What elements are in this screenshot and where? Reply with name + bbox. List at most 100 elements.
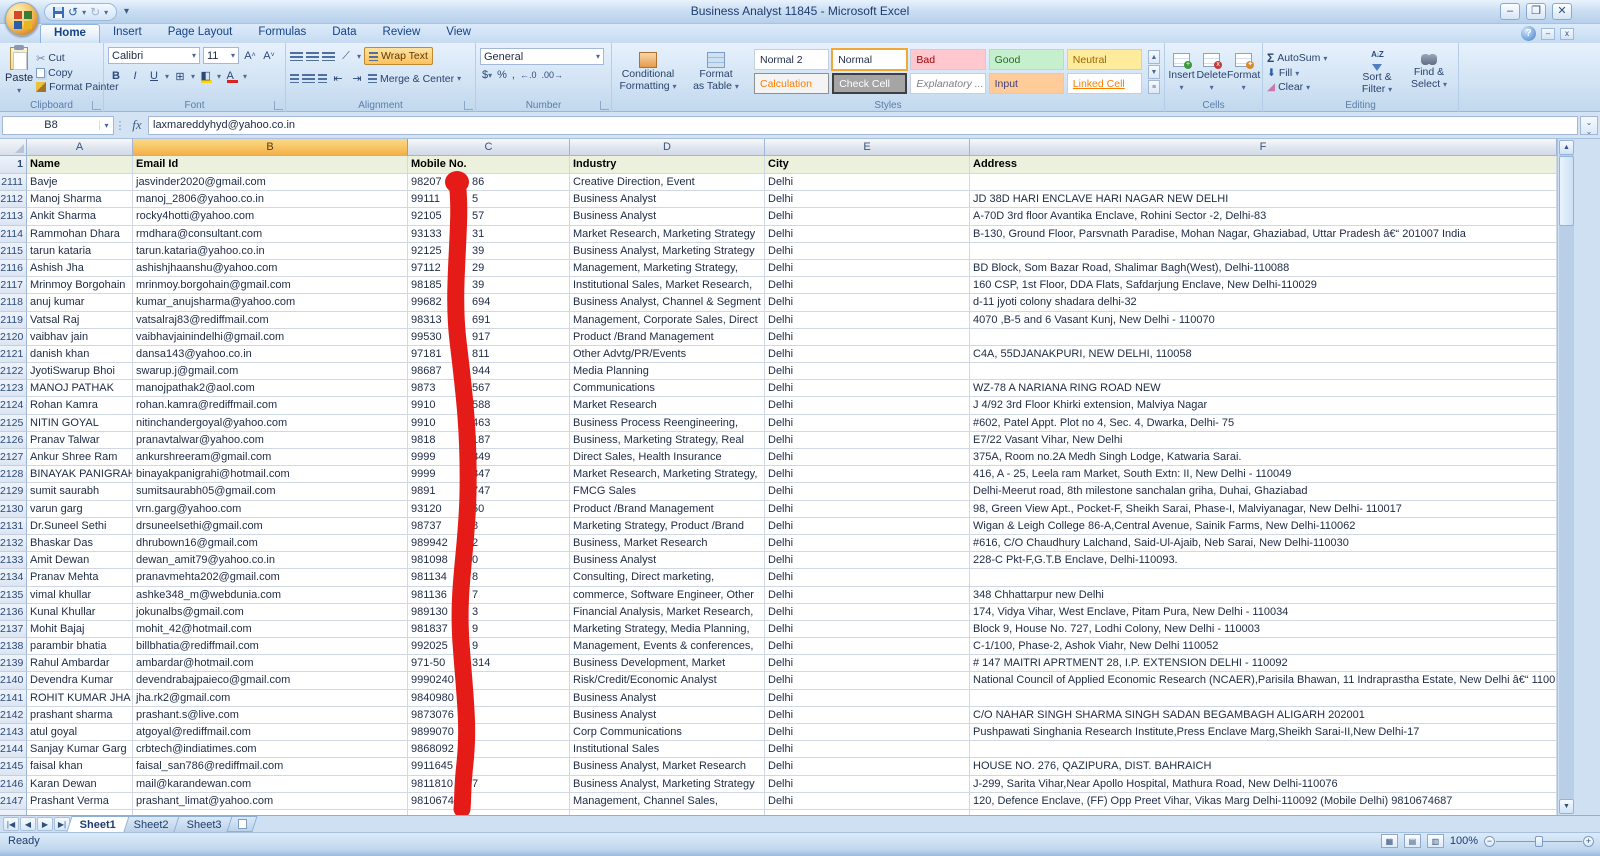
row-header[interactable]: 2120: [0, 328, 27, 346]
column-header-f[interactable]: F: [970, 139, 1557, 156]
cell-address[interactable]: E7/22 Vasant Vihar, New Delhi: [970, 431, 1557, 449]
cell-city[interactable]: Delhi: [765, 655, 970, 673]
align-center-icon[interactable]: [302, 74, 315, 83]
cell-mobile[interactable]: 9999 349: [408, 449, 570, 467]
style-calculation[interactable]: Calculation: [754, 73, 830, 94]
column-header-c[interactable]: C: [408, 139, 570, 156]
cell-address[interactable]: d-11 jyoti colony shadara delhi-32: [970, 294, 1557, 312]
cell-industry[interactable]: Creative Direction, Event: [570, 174, 765, 192]
cell-mobile[interactable]: 971-50 314: [408, 655, 570, 673]
row-header[interactable]: 2139: [0, 655, 27, 673]
row-header[interactable]: 2134: [0, 569, 27, 587]
row-header[interactable]: 2114: [0, 225, 27, 243]
minimize-button[interactable]: –: [1500, 3, 1520, 20]
cell-email[interactable]: dansa143@yahoo.co.in: [133, 345, 408, 364]
cell-industry[interactable]: Media Planning: [570, 363, 765, 381]
cell-mobile[interactable]: 99530 917: [408, 328, 570, 346]
cell-city[interactable]: Delhi: [765, 672, 970, 690]
cell-city[interactable]: Delhi: [765, 792, 970, 810]
column-header-e[interactable]: E: [765, 139, 970, 156]
cell-city[interactable]: Delhi: [765, 741, 970, 759]
cell-industry[interactable]: Management, Corporate Sales, Direct: [570, 311, 765, 329]
cell-address[interactable]: WZ-78 A NARIANA RING ROAD NEW: [970, 380, 1557, 398]
style-neutral[interactable]: Neutral: [1066, 49, 1142, 70]
cell-city[interactable]: Delhi: [765, 449, 970, 467]
row-header[interactable]: 2131: [0, 517, 27, 535]
cell-name[interactable]: Prashant Verma: [27, 792, 133, 810]
increase-decimal-button[interactable]: ←.0: [520, 70, 537, 80]
cell-name[interactable]: Amit Dewan: [27, 552, 133, 570]
style-linked-cell[interactable]: Linked Cell: [1066, 73, 1142, 94]
row-header[interactable]: 2116: [0, 259, 27, 278]
row-header[interactable]: 2117: [0, 277, 27, 295]
row-header[interactable]: 2137: [0, 620, 27, 639]
cell-industry[interactable]: Market Research, Marketing Strategy,: [570, 466, 765, 484]
cell-city[interactable]: Delhi: [765, 431, 970, 449]
row-header[interactable]: 2143: [0, 724, 27, 742]
style-explanatory[interactable]: Explanatory ...: [910, 73, 986, 94]
alignment-dialog-launcher[interactable]: [464, 101, 473, 110]
header-cell-city[interactable]: City: [765, 156, 970, 174]
cell-name[interactable]: Devendra Kumar: [27, 672, 133, 690]
cell-name[interactable]: Mrinmoy Borgohain: [27, 277, 133, 295]
italic-button[interactable]: I: [127, 68, 143, 84]
cell-email[interactable]: ankurshreeram@gmail.com: [133, 449, 408, 467]
cell-mobile[interactable]: 93133 31: [408, 225, 570, 243]
cell-name[interactable]: Pranav Mehta: [27, 569, 133, 587]
cell-industry[interactable]: Direct Sales, Health Insurance: [570, 449, 765, 467]
font-dialog-launcher[interactable]: [274, 101, 283, 110]
cell-industry[interactable]: Management, Channel Sales,: [570, 792, 765, 810]
row-header[interactable]: 2125: [0, 414, 27, 432]
cell-address[interactable]: [970, 242, 1557, 260]
align-top-icon[interactable]: [290, 51, 303, 61]
cell-name[interactable]: anuj kumar: [27, 294, 133, 312]
cell-mobile[interactable]: 9910 588: [408, 397, 570, 415]
merge-center-button[interactable]: Merge & Center ▾: [368, 70, 461, 87]
cell-address[interactable]: 98, Green View Apt., Pocket-F, Sheikh Sa…: [970, 500, 1557, 518]
cell-city[interactable]: Delhi: [765, 277, 970, 295]
align-bottom-icon[interactable]: [322, 51, 335, 61]
cell-address[interactable]: 416, A - 25, Leela ram Market, South Ext…: [970, 466, 1557, 484]
cell-city[interactable]: Delhi: [765, 534, 970, 553]
cell-email[interactable]: vatsalraj83@rediffmail.com: [133, 311, 408, 329]
cell-name[interactable]: Ankur Shree Ram: [27, 449, 133, 467]
cell-industry[interactable]: Business Process Reengineering,: [570, 414, 765, 432]
cell-email[interactable]: ashke348_m@webdunia.com: [133, 586, 408, 604]
name-box[interactable]: B8 ▾: [2, 115, 114, 135]
prev-sheet-icon[interactable]: ◀: [20, 817, 36, 831]
cell-email[interactable]: jokunalbs@gmail.com: [133, 603, 408, 621]
cell-name[interactable]: Manoj Sharma: [27, 191, 133, 209]
cell-industry[interactable]: Business, Market Research: [570, 534, 765, 553]
cell-name[interactable]: danish khan: [27, 345, 133, 364]
insert-cells-button[interactable]: + Insert ▾: [1168, 46, 1195, 98]
cell-industry[interactable]: Business Analyst: [570, 706, 765, 724]
cell-industry[interactable]: Product /Brand Management: [570, 328, 765, 346]
cell-industry[interactable]: commerce, Software Engineer, Other: [570, 586, 765, 604]
cell-name[interactable]: MANOJ PATHAK: [27, 380, 133, 398]
cell-email[interactable]: tarun.kataria@yahoo.co.in: [133, 242, 408, 260]
cell-email[interactable]: sumitsaurabh05@gmail.com: [133, 483, 408, 501]
tab-insert[interactable]: Insert: [100, 24, 155, 43]
cell-name[interactable]: vaibhav jain: [27, 328, 133, 346]
cell-address[interactable]: 228-C Pkt-F,G.T.B Enclave, Delhi-110093.: [970, 552, 1557, 570]
cell-mobile[interactable]: 92125 39: [408, 242, 570, 260]
cell-email[interactable]: jasvinder2020@gmail.com: [133, 174, 408, 192]
cell-address[interactable]: C/O NAHAR SINGH SHARMA SINGH SADAN BEGAM…: [970, 706, 1557, 724]
conditional-formatting-button[interactable]: Conditional Formatting ▾: [616, 46, 680, 98]
cell-city[interactable]: Delhi: [765, 380, 970, 398]
cell-industry[interactable]: Business Analyst: [570, 689, 765, 707]
cell-city[interactable]: Delhi: [765, 328, 970, 346]
cell-email[interactable]: kumar_anujsharma@yahoo.com: [133, 294, 408, 312]
cell-name[interactable]: tarun kataria: [27, 242, 133, 260]
cell-city[interactable]: Delhi: [765, 311, 970, 329]
cell-industry[interactable]: FMCG Sales: [570, 483, 765, 501]
gallery-more-icon[interactable]: ≡: [1148, 80, 1160, 94]
cell-mobile[interactable]: 97181 811: [408, 345, 570, 364]
align-left-icon[interactable]: [290, 74, 299, 83]
cell-industry[interactable]: Marketing Strategy, Product /Brand: [570, 517, 765, 535]
cell-industry[interactable]: Marketing Strategy, Media Planning,: [570, 620, 765, 639]
cell-industry[interactable]: Management, Events & conferences,: [570, 638, 765, 656]
cell-city[interactable]: Delhi: [765, 225, 970, 243]
sort-filter-button[interactable]: Sort & Filter ▾: [1352, 49, 1402, 95]
cell-address[interactable]: 348 Chhattarpur new Delhi: [970, 586, 1557, 604]
